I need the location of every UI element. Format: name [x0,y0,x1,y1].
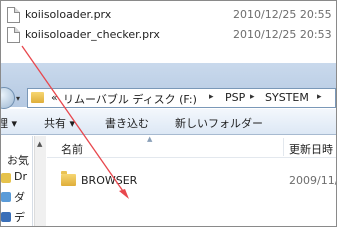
file-date: 2010/12/25 20:55 [233,8,332,21]
desktop-icon [1,212,11,222]
folder-icon [31,92,44,103]
breadcrumb-separator-icon[interactable]: ▸ [317,92,322,102]
file-name: koiisoloader.prx [25,8,112,21]
breadcrumb-psp[interactable]: PSP [225,91,245,104]
dropdown-arrow-icon[interactable]: ▾ [16,94,20,103]
sort-caret-icon: ▲ [147,135,153,143]
new-folder-button[interactable]: 新しいフォルダー [175,115,263,131]
file-date: 2010/12/25 20:53 [233,28,332,41]
favorites-folder-icon [1,173,11,183]
column-header-name[interactable]: 名前 [61,141,83,157]
folder-name: BROWSER [81,174,138,187]
screenshot-frame: koiisoloader.prx 2010/12/25 20:55 koiiso… [0,0,337,227]
column-divider[interactable] [283,138,284,156]
file-row[interactable]: koiisoloader.prx 2010/12/25 20:55 [1,5,336,25]
nav-item-dropbox[interactable]: Dr [14,170,27,183]
breadcrumb-overflow[interactable]: « [51,91,58,104]
breadcrumb-system[interactable]: SYSTEM [265,91,309,104]
file-list-top: koiisoloader.prx 2010/12/25 20:55 koiiso… [1,1,336,49]
share-button[interactable]: 共有 ▾ [44,115,75,131]
folder-date: 2009/11/ [289,174,337,187]
folder-row[interactable]: BROWSER 2009/11/ [59,171,337,190]
file-name: koiisoloader_checker.prx [25,28,160,41]
organize-button[interactable]: 理 ▾ [1,115,17,131]
burn-button[interactable]: 書き込む [105,115,149,131]
file-icon [7,27,20,43]
file-icon [7,7,20,23]
scroll-up-icon[interactable]: ▲ [37,140,42,148]
download-folder-icon [1,192,11,202]
nav-item-favorites[interactable]: お気 [7,152,29,168]
folder-icon [61,171,76,186]
column-header-date[interactable]: 更新日時 [289,141,333,157]
breadcrumb-separator-icon[interactable]: ▸ [250,92,255,102]
nav-item-download[interactable]: ダ [14,189,25,205]
nav-scrollbar[interactable] [34,136,46,226]
nav-item-desktop[interactable]: デ [14,209,25,225]
breadcrumb-separator-icon[interactable]: ▸ [209,92,214,102]
breadcrumb-drive[interactable]: リムーバブル ディスク (F:) [63,91,197,107]
file-row[interactable]: koiisoloader_checker.prx 2010/12/25 20:5… [1,25,336,45]
